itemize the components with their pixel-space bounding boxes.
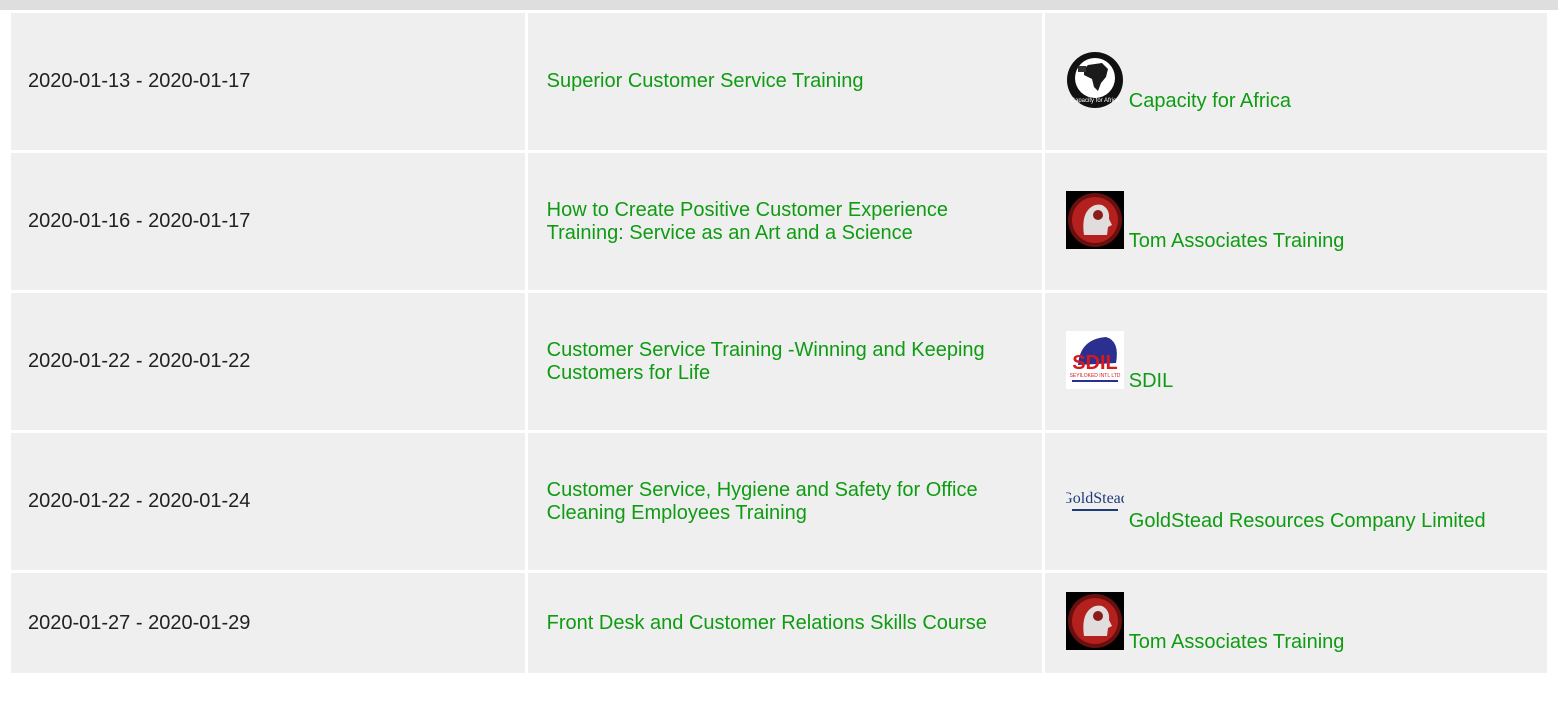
provider-cell: Tom Associates Training (1044, 153, 1547, 290)
provider-link[interactable]: GoldStead Resources Company Limited (1129, 510, 1486, 532)
provider-cell: GoldStead GoldStead Resources Company Li… (1044, 433, 1547, 570)
provider-link[interactable]: Tom Associates Training (1129, 230, 1345, 252)
date-range-cell: 2020-01-13 - 2020-01-17 (11, 13, 525, 150)
table-row: 2020-01-22 - 2020-01-22 Customer Service… (11, 293, 1547, 430)
top-bar (0, 0, 1558, 10)
course-cell: Customer Service, Hygiene and Safety for… (527, 433, 1042, 570)
table-row: 2020-01-13 - 2020-01-17 Superior Custome… (11, 13, 1547, 150)
goldstead-logo[interactable]: GoldStead (1065, 470, 1124, 529)
logo-sub-lettering: SEYILOKED INTL LTD (1069, 373, 1120, 379)
course-cell: Customer Service Training -Winning and K… (527, 293, 1042, 430)
course-link[interactable]: How to Create Positive Customer Experien… (547, 199, 948, 244)
course-cell: Superior Customer Service Training (527, 13, 1042, 150)
capacity-for-africa-logo[interactable]: Capacity for Africa (1066, 51, 1124, 109)
course-link[interactable]: Front Desk and Customer Relations Skills… (547, 612, 987, 634)
date-range: 2020-01-16 - 2020-01-17 (28, 210, 251, 232)
course-link[interactable]: Customer Service Training -Winning and K… (547, 339, 985, 384)
logo-lettering: SDIL (1072, 352, 1118, 374)
course-link[interactable]: Superior Customer Service Training (547, 70, 864, 92)
date-range: 2020-01-22 - 2020-01-22 (28, 350, 251, 372)
provider-link[interactable]: SDIL (1129, 370, 1173, 392)
table-row: 2020-01-16 - 2020-01-17 How to Create Po… (11, 153, 1547, 290)
date-range: 2020-01-13 - 2020-01-17 (28, 70, 251, 92)
tom-associates-logo[interactable] (1065, 592, 1124, 650)
date-range: 2020-01-22 - 2020-01-24 (28, 490, 251, 512)
date-range-cell: 2020-01-16 - 2020-01-17 (11, 153, 525, 290)
date-range-cell: 2020-01-22 - 2020-01-22 (11, 293, 525, 430)
sdil-logo[interactable]: SDIL SEYILOKED INTL LTD (1065, 330, 1124, 389)
provider-link[interactable]: Tom Associates Training (1129, 631, 1345, 653)
date-range-cell: 2020-01-22 - 2020-01-24 (11, 433, 525, 570)
table-row: 2020-01-22 - 2020-01-24 Customer Service… (11, 433, 1547, 570)
tom-associates-logo[interactable] (1065, 190, 1124, 249)
logo-lettering: Capacity for Africa (1070, 98, 1119, 104)
training-schedule-table: 2020-01-13 - 2020-01-17 Superior Custome… (8, 10, 1550, 676)
table-row: 2020-01-27 - 2020-01-29 Front Desk and C… (11, 573, 1547, 673)
provider-cell: Capacity for Africa Capacity for Africa (1044, 13, 1547, 150)
course-cell: How to Create Positive Customer Experien… (527, 153, 1042, 290)
date-range: 2020-01-27 - 2020-01-29 (28, 611, 251, 634)
logo-lettering: GoldStead (1066, 490, 1124, 507)
course-cell: Front Desk and Customer Relations Skills… (527, 573, 1042, 673)
provider-link[interactable]: Capacity for Africa (1129, 90, 1291, 112)
course-link[interactable]: Customer Service, Hygiene and Safety for… (547, 479, 978, 524)
date-range-cell: 2020-01-27 - 2020-01-29 (11, 573, 525, 673)
provider-cell: Tom Associates Training (1044, 573, 1547, 673)
provider-cell: SDIL SEYILOKED INTL LTD SDIL (1044, 293, 1547, 430)
